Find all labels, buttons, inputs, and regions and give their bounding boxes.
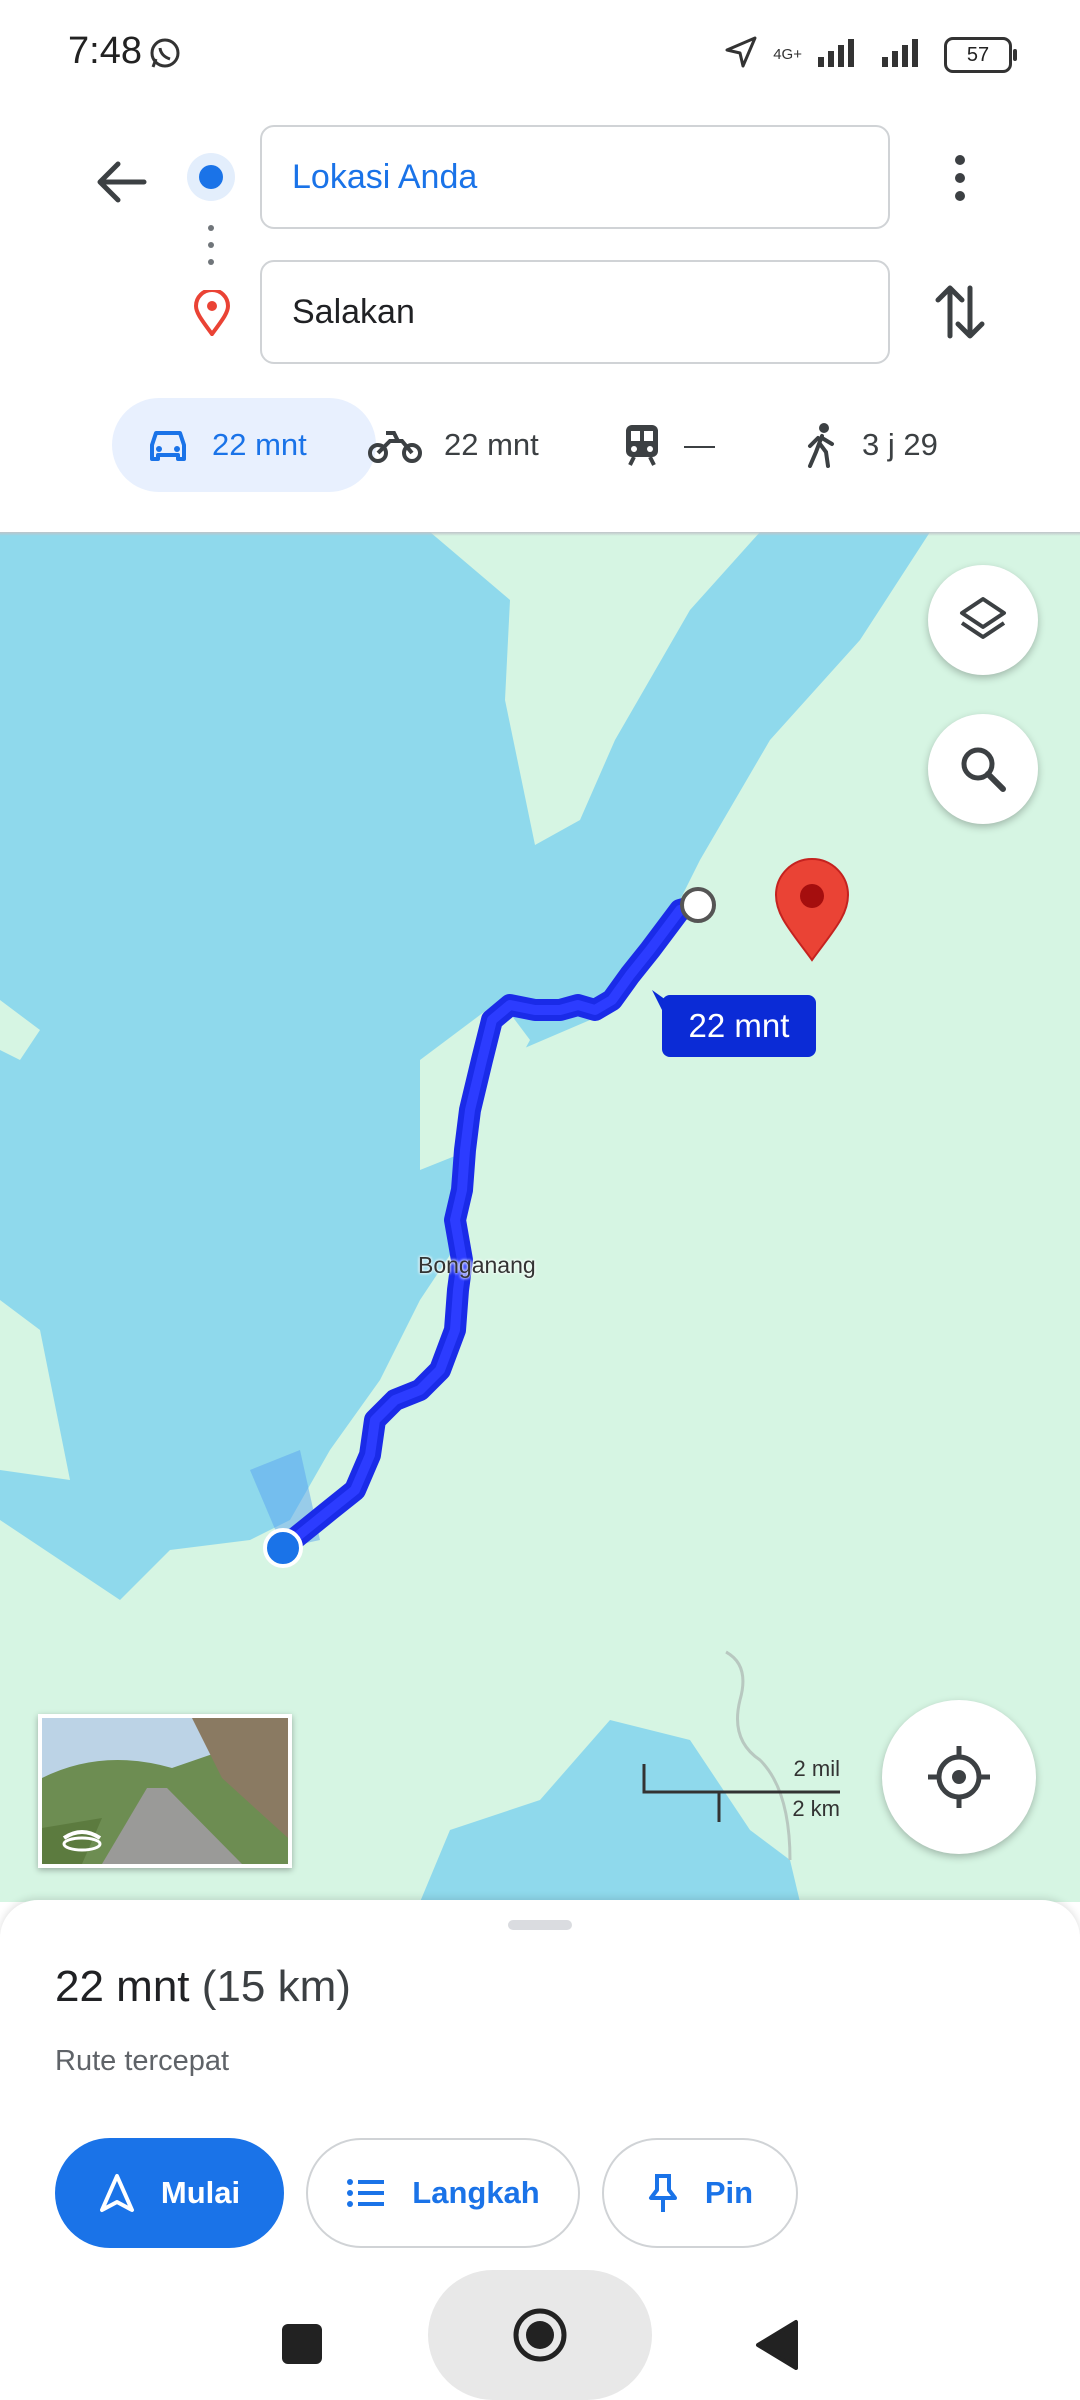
car-icon [150, 431, 186, 461]
route-distance: (15 km) [201, 1962, 351, 2011]
swap-icon [935, 285, 985, 339]
tab-motorcycle[interactable]: 22 mnt [368, 398, 539, 492]
route-duration: 22 mnt [55, 1962, 190, 2011]
train-icon [626, 425, 658, 466]
system-nav-bar [0, 2270, 1080, 2400]
swap-button[interactable] [930, 280, 990, 344]
origin-input[interactable]: Lokasi Anda [260, 125, 890, 229]
navigation-icon [99, 2174, 134, 2212]
travel-mode-tabs: 22 mnt 22 mnt — 3 j 29 [0, 398, 1080, 492]
route-start-dot [263, 1528, 303, 1568]
tab-transit[interactable]: — [622, 398, 715, 492]
search-icon [961, 747, 1006, 792]
route-dots [208, 225, 214, 265]
more-vert-icon [955, 155, 965, 201]
tab-car-label: 22 mnt [212, 427, 307, 462]
list-icon [347, 2179, 385, 2207]
map-search-button[interactable] [928, 714, 1038, 824]
origin-dot-icon [186, 152, 236, 202]
street-view-thumbnail[interactable] [38, 1714, 292, 1868]
whatsapp-icon [148, 36, 182, 75]
destination-map-pin [774, 858, 850, 962]
route-summary: 22 mnt (15 km) [55, 1962, 351, 2012]
start-button-label: Mulai [160, 2175, 241, 2210]
start-button[interactable]: Mulai [55, 2138, 284, 2248]
pin-button[interactable]: Pin [602, 2138, 798, 2248]
destination-pin-icon [192, 288, 232, 338]
steps-button[interactable]: Langkah [306, 2138, 580, 2248]
motorcycle-icon [368, 431, 422, 463]
scale-miles: 2 mil [793, 1756, 840, 1781]
map-view[interactable] [0, 532, 1080, 1902]
status-time: 7:48 [68, 30, 142, 72]
pin-button-label: Pin [704, 2175, 754, 2210]
recents-button[interactable] [282, 2324, 322, 2364]
more-options-button[interactable] [935, 150, 985, 206]
layers-icon [960, 597, 1006, 639]
map-scale: 2 mil 2 km [640, 1752, 840, 1822]
my-location-icon [928, 1746, 990, 1808]
tab-transit-label: — [684, 427, 715, 462]
signal-icon [816, 37, 866, 72]
route-eta-label[interactable]: 22 mnt [662, 995, 816, 1057]
tab-car[interactable]: 22 mnt [112, 398, 376, 492]
steps-button-label: Langkah [412, 2175, 540, 2210]
back-button[interactable] [90, 150, 154, 214]
pin-icon [648, 2174, 677, 2212]
status-bar: 7:48 4G+ 57 [0, 0, 1080, 118]
route-subtitle: Rute tercepat [55, 2045, 230, 2077]
back-nav-button[interactable] [752, 2318, 800, 2372]
scale-km: 2 km [792, 1796, 840, 1821]
header-shadow [0, 532, 1080, 536]
location-arrow-icon [723, 34, 759, 75]
place-label: Bonganang [418, 1252, 536, 1278]
destination-input[interactable]: Salakan [260, 260, 890, 364]
my-location-button[interactable] [882, 1700, 1036, 1854]
sheet-drag-handle[interactable] [508, 1920, 572, 1930]
walk-icon [808, 423, 834, 468]
network-type: 4G+ [773, 46, 802, 63]
home-button[interactable] [428, 2270, 652, 2400]
layers-button[interactable] [928, 565, 1038, 675]
tab-walk[interactable]: 3 j 29 [804, 398, 938, 492]
battery-indicator: 57 [944, 36, 1017, 73]
home-circle-icon [513, 2308, 567, 2362]
back-arrow-icon [97, 161, 147, 203]
status-icons: 4G+ 57 [723, 34, 1017, 75]
back-triangle-icon [756, 2320, 798, 2370]
tab-walk-label: 3 j 29 [862, 427, 938, 462]
map-canvas [0, 532, 930, 1902]
tab-motorcycle-label: 22 mnt [444, 427, 539, 462]
signal-icon-2 [880, 37, 930, 72]
route-end-dot [680, 887, 716, 923]
